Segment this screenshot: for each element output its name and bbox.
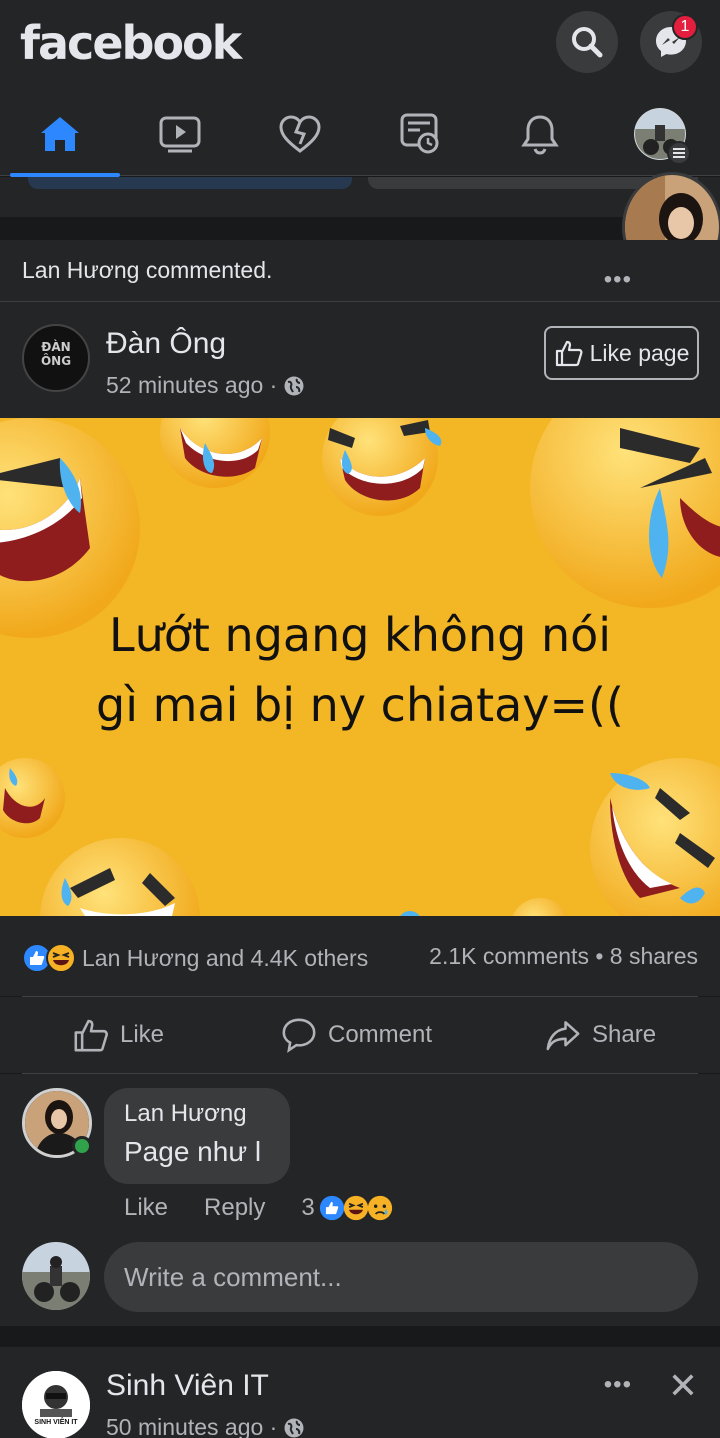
comments-shares-count[interactable]: 2.1K comments • 8 shares	[429, 943, 698, 970]
heart-icon	[279, 115, 321, 153]
activity-text: commented.	[139, 257, 273, 283]
next-post-card: SINH VIÊN IT Sinh Viên IT 50 minutes ago…	[0, 1347, 720, 1438]
comment-bubble[interactable]: Lan Hương Page như l	[104, 1088, 290, 1184]
like-button[interactable]: Like	[72, 997, 164, 1073]
post-stats: Lan Hương and 4.4K others 2.1K comments …	[0, 916, 720, 996]
post-image-text: Lướt ngang không nói gì mai bị ny chiata…	[0, 600, 720, 740]
home-icon	[41, 117, 79, 151]
like-label: Like	[120, 1021, 165, 1048]
watch-icon	[159, 116, 201, 153]
tab-notifications[interactable]	[485, 92, 595, 176]
next-post-options-button[interactable]: •••	[604, 1371, 632, 1399]
nav-bar	[0, 92, 720, 177]
online-status-dot	[72, 1136, 92, 1156]
tab-menu[interactable]	[605, 92, 715, 176]
story-card[interactable]	[28, 177, 352, 189]
page-avatar[interactable]: ĐÀN ÔNG	[22, 324, 90, 392]
current-user-avatar[interactable]	[22, 1242, 90, 1310]
haha-reaction-icon	[46, 943, 76, 973]
sad-reaction-icon	[367, 1195, 392, 1221]
post-options-button[interactable]: •••	[604, 266, 632, 294]
next-page-avatar[interactable]: SINH VIÊN IT	[22, 1371, 90, 1438]
post-header: ĐÀN ÔNG Đàn Ông 52 minutes ago · Like pa…	[0, 302, 720, 417]
like-page-button[interactable]: Like page	[544, 326, 699, 380]
profile-avatar	[633, 107, 691, 165]
tab-dating[interactable]	[245, 92, 355, 176]
next-post-time-text: 50 minutes ago ·	[106, 1414, 278, 1438]
bell-icon	[521, 115, 559, 155]
tab-memories[interactable]	[365, 92, 475, 176]
comment-icon	[282, 1018, 316, 1053]
comment-reactions[interactable]: 3	[301, 1194, 392, 1222]
comment-button[interactable]: Comment	[280, 997, 432, 1073]
next-page-name[interactable]: Sinh Viên IT	[106, 1369, 269, 1403]
sinh-vien-it-logo-icon	[22, 1371, 90, 1438]
comment-reaction-count: 3	[301, 1194, 315, 1221]
comment-text: Page như l	[124, 1136, 262, 1167]
post-actions: Like Comment Share	[0, 997, 720, 1073]
page-avatar-text: ÔNG	[40, 354, 72, 368]
user-photo-icon	[22, 1242, 90, 1310]
write-comment-input[interactable]: Write a comment...	[104, 1242, 698, 1312]
globe-icon	[284, 376, 304, 395]
close-icon[interactable]: ✕	[668, 1365, 698, 1407]
next-post-timestamp[interactable]: 50 minutes ago ·	[106, 1414, 305, 1438]
post-timestamp[interactable]: 52 minutes ago ·	[106, 372, 305, 399]
next-page-avatar-text: SINH VIÊN IT	[34, 1419, 78, 1426]
haha-reaction-icon	[343, 1195, 368, 1221]
facebook-logo[interactable]: facebook	[20, 16, 242, 70]
tab-home[interactable]	[5, 92, 120, 177]
menu-icon	[667, 141, 691, 165]
post-text-line: gì mai bị ny chiatay=((	[96, 678, 624, 732]
comment-label: Comment	[328, 1021, 433, 1048]
messenger-badge: 1	[672, 14, 698, 40]
reactions-text: Lan Hương and 4.4K others	[82, 944, 369, 971]
tab-watch[interactable]	[125, 92, 235, 176]
post-time-text: 52 minutes ago ·	[106, 372, 278, 398]
share-button[interactable]: Share	[544, 997, 656, 1073]
share-icon	[546, 1021, 580, 1051]
post-image[interactable]: Lướt ngang không nói gì mai bị ny chiata…	[0, 418, 720, 916]
stories-strip	[0, 177, 720, 217]
comment-author[interactable]: Lan Hương	[124, 1100, 290, 1128]
comment-reply-button[interactable]: Reply	[204, 1194, 265, 1222]
top-bar: facebook 1	[0, 0, 720, 92]
thumbs-up-icon	[555, 340, 583, 367]
search-icon	[572, 27, 603, 58]
comment-like-button[interactable]: Like	[124, 1194, 168, 1222]
activity-actor[interactable]: Lan Hương	[22, 257, 139, 284]
page-name[interactable]: Đàn Ông	[106, 327, 226, 361]
thumbs-up-icon	[74, 1019, 108, 1052]
search-button[interactable]	[556, 11, 618, 73]
reaction-icons	[22, 943, 76, 973]
post-card: Lan Hương commented. ••• ĐÀN ÔNG Đàn Ông…	[0, 240, 720, 418]
like-page-label: Like page	[589, 339, 690, 366]
page-avatar-text: ĐÀN	[41, 340, 71, 354]
messenger-button[interactable]: 1	[640, 11, 702, 73]
globe-icon	[284, 1418, 304, 1437]
post-text-line: Lướt ngang không nói	[108, 608, 612, 662]
comment-actions: Like Reply 3	[124, 1194, 393, 1222]
reactions-summary[interactable]: Lan Hương and 4.4K others	[22, 943, 368, 973]
like-reaction-icon	[319, 1195, 344, 1221]
comments-section: Lan Hương Page như l Like Reply 3 Write …	[0, 1074, 720, 1326]
share-label: Share	[592, 1021, 657, 1048]
memories-icon	[400, 113, 439, 154]
